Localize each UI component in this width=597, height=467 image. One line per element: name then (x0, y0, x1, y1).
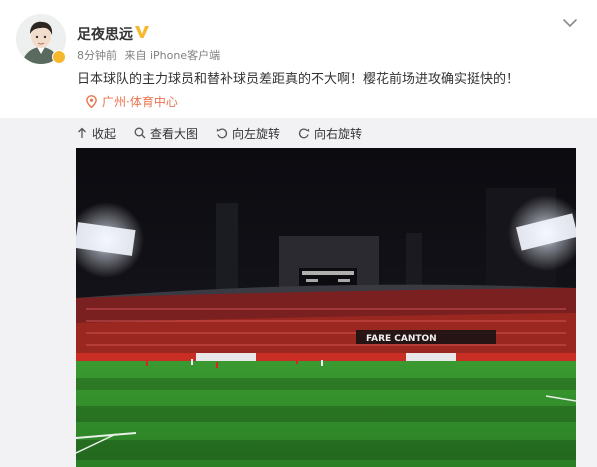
post-text: 日本球队的主力球员和替补球员差距真的不大啊！樱花前场进攻确实挺快的！ (77, 72, 520, 87)
vip-badge-icon[interactable] (134, 24, 150, 40)
post-time[interactable]: 8分钟前 (77, 49, 117, 62)
rotate-right-icon (298, 128, 310, 139)
location-pin-icon (86, 95, 97, 108)
stadium-banner-text: FARE CANTON (366, 334, 437, 344)
post-source[interactable]: 来自 iPhone客户端 (125, 49, 221, 62)
view-large-button[interactable]: 查看大图 (134, 125, 198, 142)
rotate-right-button[interactable]: 向右旋转 (298, 125, 362, 142)
rotate-left-button[interactable]: 向左旋转 (216, 125, 280, 142)
chevron-down-icon[interactable] (561, 16, 579, 30)
location-link[interactable]: 广州·体育中心 (86, 93, 178, 110)
media-toolbar: 收起 查看大图 向左旋转 向右旋转 (76, 124, 362, 142)
verified-dot-icon (52, 50, 66, 64)
post-photo[interactable]: FARE CANTON (76, 148, 576, 467)
rotate-left-icon (216, 128, 228, 139)
weibo-post-card: 足夜思远 8分钟前 来自 iPhone客户端 日本球队的主力球员和替补球员差距真… (0, 0, 597, 467)
magnifier-icon (134, 127, 146, 139)
rotate-right-label: 向右旋转 (314, 126, 363, 141)
stadium-photo: FARE CANTON (76, 148, 576, 467)
location-label: 广州·体育中心 (102, 95, 178, 109)
post-meta: 8分钟前 来自 iPhone客户端 (77, 47, 220, 63)
rotate-left-label: 向左旋转 (232, 126, 281, 141)
collapse-button[interactable]: 收起 (76, 125, 116, 142)
view-large-label: 查看大图 (150, 126, 199, 141)
collapse-label: 收起 (92, 126, 117, 141)
arrow-up-icon (78, 127, 86, 138)
author-name[interactable]: 足夜思远 (77, 24, 133, 44)
